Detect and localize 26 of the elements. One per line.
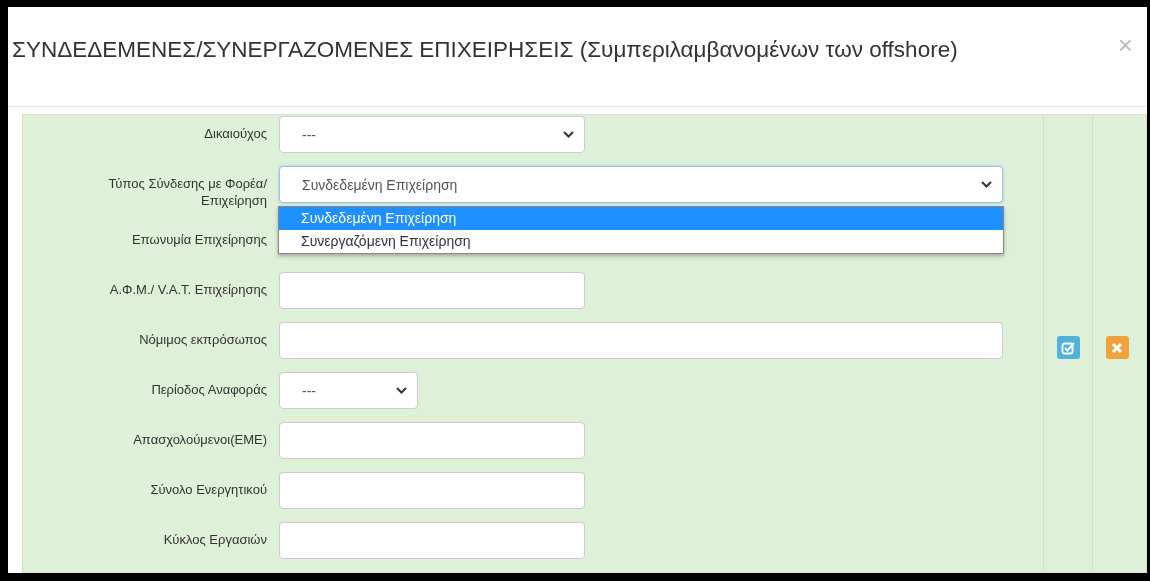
checkbox-edit-icon: [1061, 340, 1075, 355]
input-field[interactable]: [279, 472, 585, 509]
dropdown-option[interactable]: Συνεργαζόμενη Επιχείρηση: [279, 230, 1003, 253]
edit-button[interactable]: [1056, 336, 1080, 359]
chevron-icon: [981, 181, 992, 188]
chevron-icon: [563, 131, 574, 138]
field-label: Περίοδος Αναφοράς: [150, 381, 268, 399]
field-label: Απασχολούμενοι(ΕΜΕ): [132, 431, 268, 449]
field-label: Δικαιούχος: [203, 125, 268, 143]
x-icon: [1111, 341, 1123, 354]
input-field[interactable]: [279, 272, 585, 309]
field-label: Α.Φ.Μ./ V.A.T. Επιχείρησης: [108, 281, 268, 299]
select-field[interactable]: Συνδεδεμένη Επιχείρηση: [279, 166, 1003, 203]
chevron-icon: [396, 387, 407, 394]
field-label: Επωνυμία Επιχείρησης: [131, 231, 268, 249]
field-label: Τύπος Σύνδεσης με Φορέα/ Επιχείρηση: [107, 175, 268, 209]
field-label: Νόμιμος εκπρόσωπος: [138, 331, 268, 349]
field-label: Κύκλος Εργασιών: [162, 531, 268, 549]
input-field[interactable]: [279, 422, 585, 459]
input-field[interactable]: [279, 322, 1003, 359]
field-label: Σύνολο Ενεργητικού: [149, 481, 268, 499]
select-field[interactable]: ---: [279, 116, 585, 153]
delete-button[interactable]: [1105, 336, 1129, 359]
dialog-title: ΣΥΝΔΕΔΕΜΕΝΕΣ/ΣΥΝΕΡΓΑΖΟΜΕΝΕΣ ΕΠΙΧΕΙΡΗΣΕΙΣ (Συμπεριλαμβανομένων των offshore): [12, 36, 958, 64]
select-field[interactable]: ---: [279, 372, 418, 409]
input-field[interactable]: [279, 522, 585, 559]
